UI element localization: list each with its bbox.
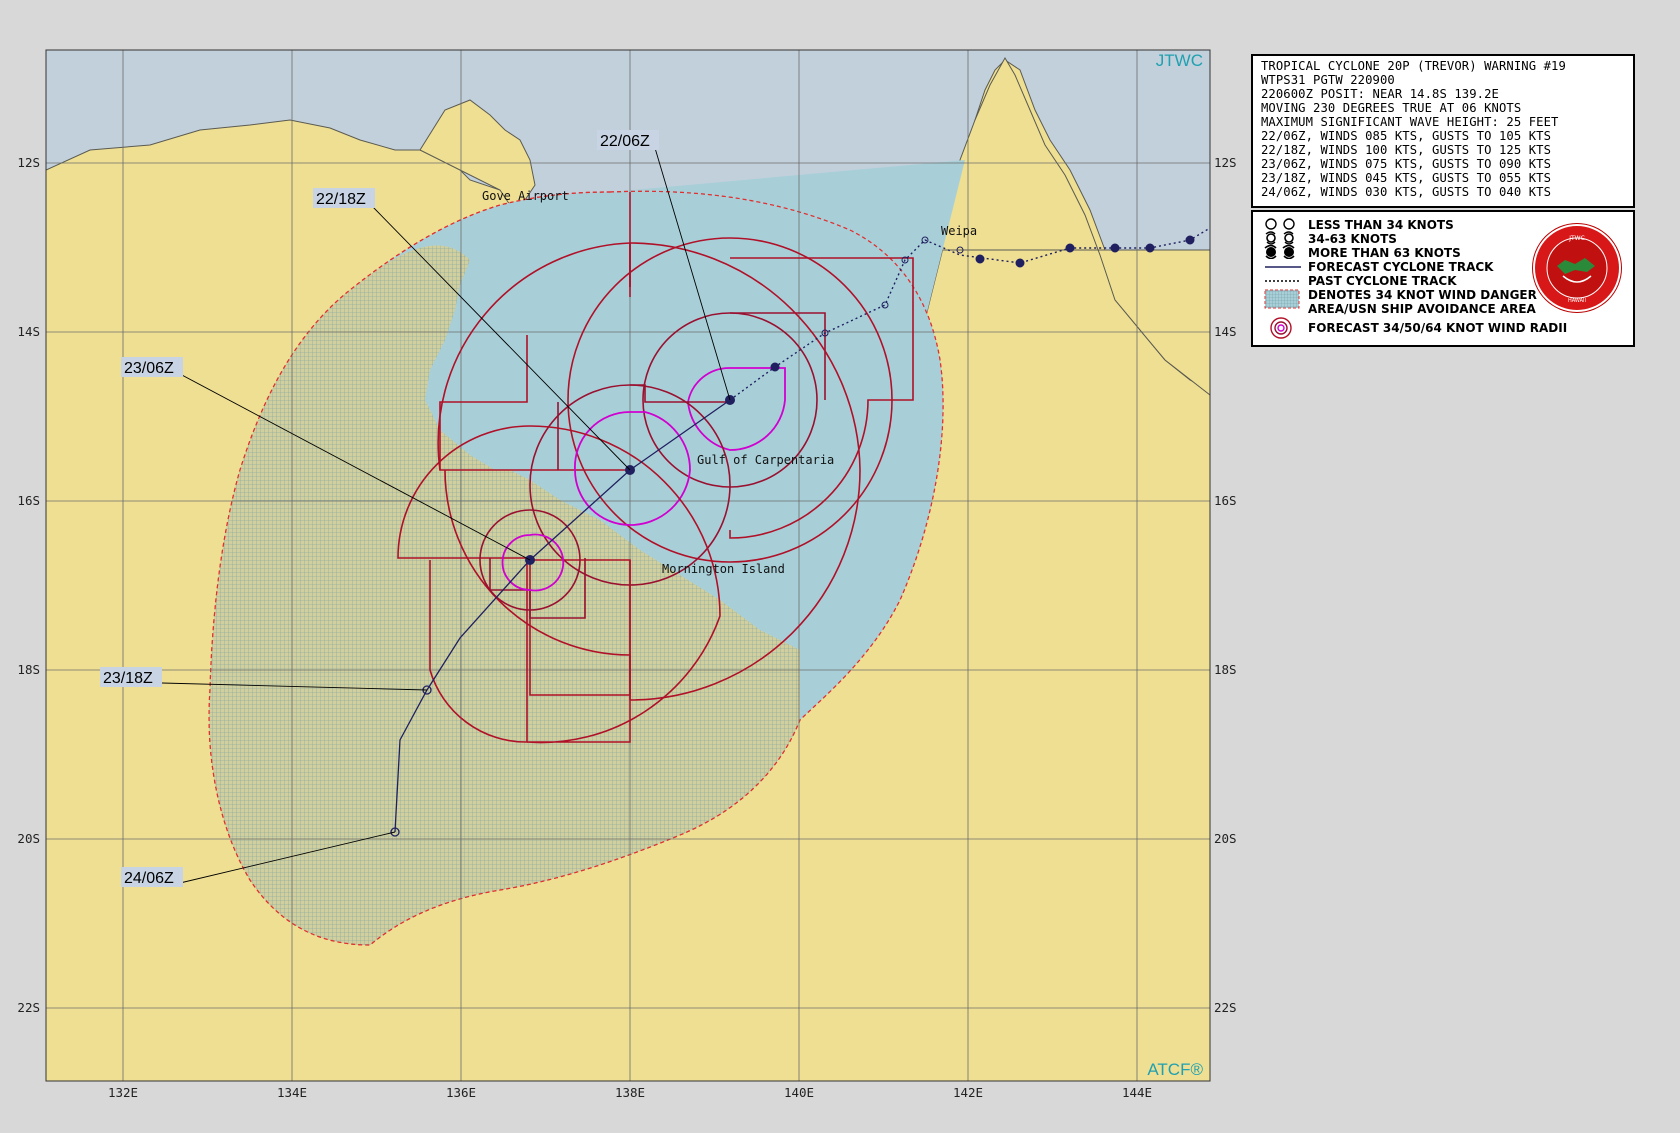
lat-tick-labels-right: 12S 14S 16S 18S 20S 22S	[1214, 155, 1237, 1015]
warning-forecast-line: 22/06Z, WINDS 085 KTS, GUSTS TO 105 KTS	[1261, 129, 1552, 143]
warning-header: WTPS31 PGTW 220900	[1261, 73, 1395, 87]
danger-area-icon	[1264, 289, 1300, 309]
legend-danger-area: DENOTES 34 KNOT WIND DANGER	[1308, 288, 1537, 302]
warning-wave-height: MAXIMUM SIGNIFICANT WAVE HEIGHT: 25 FEET	[1261, 115, 1559, 129]
warning-forecast-line: 24/06Z, WINDS 030 KTS, GUSTS TO 040 KTS	[1261, 185, 1552, 199]
lat-label: 16S	[1214, 493, 1237, 508]
legend-wind-radii: FORECAST 34/50/64 KNOT WIND RADII	[1308, 321, 1568, 335]
solid-line-icon	[1265, 266, 1301, 268]
warning-forecast-line: 23/06Z, WINDS 075 KTS, GUSTS TO 090 KTS	[1261, 157, 1552, 171]
legend-34-63: 34-63 KNOTS	[1308, 232, 1397, 246]
lat-label: 16S	[17, 493, 40, 508]
filled-storm-icon	[1264, 245, 1295, 259]
place-mornington: Mornington Island	[662, 562, 785, 576]
jtwc-label: JTWC	[1156, 51, 1203, 70]
lat-label: 12S	[17, 155, 40, 170]
atcf-label: ATCF®	[1147, 1060, 1203, 1079]
lon-tick-labels: 132E 134E 136E 138E 140E 142E 144E	[108, 1085, 1152, 1100]
lat-label: 12S	[1214, 155, 1237, 170]
lon-label: 140E	[784, 1085, 814, 1100]
lat-label: 14S	[1214, 324, 1237, 339]
warning-forecast-line: 23/18Z, WINDS 045 KTS, GUSTS TO 055 KTS	[1261, 171, 1552, 185]
lat-label: 18S	[1214, 662, 1237, 677]
lat-label: 20S	[17, 831, 40, 846]
lon-label: 132E	[108, 1085, 138, 1100]
lon-label: 142E	[953, 1085, 983, 1100]
svg-text:HAWAII: HAWAII	[1568, 298, 1586, 304]
lon-label: 138E	[615, 1085, 645, 1100]
warning-title: TROPICAL CYCLONE 20P (TREVOR) WARNING #1…	[1261, 59, 1566, 73]
time-label-2306z: 23/06Z	[124, 360, 174, 377]
jtwc-seal-logo: JTWC HAWAII	[1533, 224, 1621, 312]
dotted-line-icon	[1265, 280, 1301, 282]
warning-forecast-line: 22/18Z, WINDS 100 KTS, GUSTS TO 125 KTS	[1261, 143, 1552, 157]
time-label-2318z: 23/18Z	[103, 670, 153, 687]
lat-tick-labels-left: 12S 14S 16S 18S 20S 22S	[17, 155, 40, 1015]
storm-symbol-icon	[1265, 231, 1294, 245]
time-label-2406z: 24/06Z	[124, 870, 174, 887]
svg-text:JTWC: JTWC	[1568, 235, 1585, 242]
lon-label: 136E	[446, 1085, 476, 1100]
place-weipa: Weipa	[941, 224, 977, 238]
legend-less-than-34: LESS THAN 34 KNOTS	[1308, 218, 1454, 232]
lat-label: 14S	[17, 324, 40, 339]
legend-past-track: PAST CYCLONE TRACK	[1308, 274, 1457, 288]
warning-movement: MOVING 230 DEGREES TRUE AT 06 KNOTS	[1261, 101, 1522, 115]
lon-label: 134E	[277, 1085, 307, 1100]
lat-label: 18S	[17, 662, 40, 677]
time-label-2218z: 22/18Z	[316, 191, 366, 208]
place-gulf: Gulf of Carpentaria	[697, 453, 834, 467]
legend-panel: LESS THAN 34 KNOTS 34-63 KNOTS MORE THAN…	[1251, 210, 1635, 347]
lat-label: 20S	[1214, 831, 1237, 846]
legend-forecast-track: FORECAST CYCLONE TRACK	[1308, 260, 1494, 274]
warning-position: 220600Z POSIT: NEAR 14.8S 139.2E	[1261, 87, 1499, 101]
open-circle-icon	[1265, 218, 1295, 230]
wind-radii-icon	[1270, 317, 1292, 339]
legend-avoidance-area: AREA/USN SHIP AVOIDANCE AREA	[1308, 302, 1536, 316]
time-label-2206z: 22/06Z	[600, 133, 650, 150]
lat-label: 22S	[17, 1000, 40, 1015]
lon-label: 144E	[1122, 1085, 1152, 1100]
legend-more-than-63: MORE THAN 63 KNOTS	[1308, 246, 1461, 260]
warning-info-panel: TROPICAL CYCLONE 20P (TREVOR) WARNING #1…	[1251, 54, 1635, 208]
place-gove-airport: Gove Airport	[482, 189, 569, 203]
lat-label: 22S	[1214, 1000, 1237, 1015]
